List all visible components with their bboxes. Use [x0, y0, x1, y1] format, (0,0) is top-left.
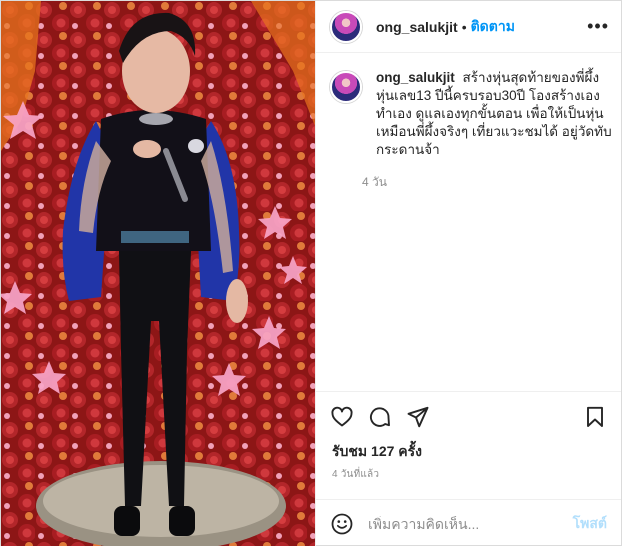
- follow-button[interactable]: ติดตาม: [471, 16, 515, 38]
- comment-icon[interactable]: [368, 405, 392, 429]
- comments-section: ong_salukjit สร้างหุ่นสุดท้ายของพี่ผึ้ง …: [316, 53, 621, 391]
- comment-form: โพสต์: [316, 499, 621, 546]
- paper-plane-icon[interactable]: [406, 405, 430, 429]
- avatar[interactable]: [330, 10, 362, 43]
- instagram-post: ong_salukjit • ติดตาม ••• ong_salukjit ส…: [0, 0, 622, 546]
- view-count[interactable]: รับชม 127 ครั้ง: [316, 441, 621, 461]
- post-comment-button[interactable]: โพสต์: [573, 513, 607, 535]
- caption-avatar[interactable]: [330, 71, 362, 103]
- username-link[interactable]: ong_salukjit: [376, 19, 458, 35]
- caption-timestamp[interactable]: 4 วัน: [362, 173, 612, 192]
- bookmark-icon[interactable]: [583, 405, 607, 429]
- post-photo[interactable]: [1, 1, 315, 546]
- caption-username[interactable]: ong_salukjit: [376, 70, 455, 85]
- caption: ong_salukjit สร้างหุ่นสุดท้ายของพี่ผึ้ง …: [330, 69, 612, 192]
- action-bar: [316, 391, 621, 441]
- separator-dot: •: [461, 18, 467, 35]
- post-date[interactable]: 4 วันที่แล้ว: [316, 461, 621, 499]
- smiley-icon[interactable]: [330, 512, 354, 536]
- post-sidebar: ong_salukjit • ติดตาม ••• ong_salukjit ส…: [315, 1, 621, 546]
- caption-text-block: ong_salukjit สร้างหุ่นสุดท้ายของพี่ผึ้ง …: [376, 69, 612, 159]
- heart-icon[interactable]: [330, 405, 354, 429]
- caption-body: ong_salukjit สร้างหุ่นสุดท้ายของพี่ผึ้ง …: [362, 69, 612, 192]
- wax-figure-photo: [1, 1, 315, 546]
- more-options-icon[interactable]: •••: [587, 16, 609, 37]
- comment-input[interactable]: [368, 515, 573, 532]
- post-header: ong_salukjit • ติดตาม •••: [316, 1, 621, 53]
